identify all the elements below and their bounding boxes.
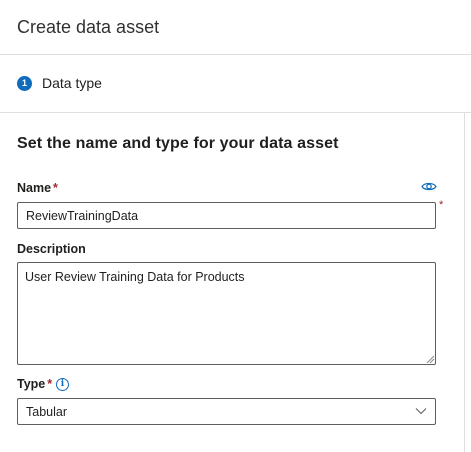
step-number-badge: 1: [17, 76, 32, 91]
resize-grip-icon[interactable]: [426, 355, 435, 364]
section-title: Set the name and type for your data asse…: [17, 135, 339, 152]
description-textarea[interactable]: User Review Training Data for Products: [17, 262, 436, 365]
type-label-text: Type: [17, 377, 46, 391]
eye-icon[interactable]: [421, 181, 437, 192]
panel-header: Create data asset: [0, 0, 471, 55]
panel-scroll-divider: [464, 113, 465, 452]
required-asterisk: *: [47, 377, 53, 391]
name-label-text: Name: [17, 181, 52, 195]
type-label: Type *: [17, 377, 52, 391]
chevron-down-icon: [415, 408, 427, 415]
type-dropdown[interactable]: Tabular: [17, 398, 436, 425]
step-label-data-type[interactable]: Data type: [42, 75, 102, 91]
required-asterisk: *: [53, 181, 58, 195]
panel-title: Create data asset: [17, 17, 160, 37]
info-icon[interactable]: i: [56, 378, 69, 391]
name-input[interactable]: [17, 202, 436, 229]
name-label: Name *: [17, 181, 58, 195]
type-dropdown-value: Tabular: [26, 405, 67, 419]
name-required-flag: *: [439, 199, 444, 211]
description-label: Description: [17, 242, 86, 256]
